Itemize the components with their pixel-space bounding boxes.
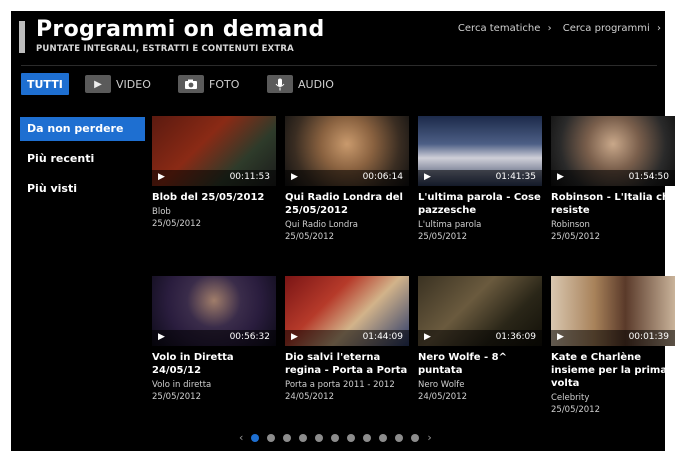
video-thumbnail[interactable]: ▶ 00:56:32 (152, 276, 276, 346)
video-thumbnail[interactable]: ▶ 01:41:35 (418, 116, 542, 186)
page-subtitle: PUNTATE INTEGRALI, ESTRATTI E CONTENUTI … (36, 44, 294, 54)
page-dot[interactable] (379, 433, 388, 442)
filter-audio[interactable]: AUDIO (267, 73, 334, 95)
page-dot[interactable] (283, 433, 292, 442)
video-thumbnail[interactable]: ▶ 01:44:09 (285, 276, 409, 346)
program-name: Qui Radio Londra (285, 220, 359, 230)
title-accent (19, 21, 25, 53)
video-card[interactable]: ▶ 01:36:09 Nero Wolfe - 8^ puntata Nero … (418, 276, 544, 403)
program-name: L'ultima parola (418, 220, 482, 230)
sidebar-item-piu-visti[interactable]: Più visti (20, 177, 145, 201)
search-themes-link[interactable]: Cerca tematiche › (454, 23, 552, 34)
on-demand-panel: Programmi on demand PUNTATE INTEGRALI, E… (11, 11, 676, 451)
video-duration: 00:01:39 (628, 332, 669, 342)
video-date: 24/05/2012 (285, 392, 334, 402)
sidebar-item-da-non-perdere[interactable]: Da non perdere (20, 117, 145, 141)
video-duration: 01:36:09 (495, 332, 536, 342)
video-card[interactable]: ▶ 00:06:14 Qui Radio Londra del 25/05/20… (285, 116, 411, 243)
chevron-left-icon[interactable]: ‹ (239, 431, 243, 444)
header-links: Cerca tematiche › Cerca programmi › (450, 23, 661, 34)
page-dot[interactable] (251, 433, 260, 442)
program-name: Volo in diretta (152, 380, 212, 390)
page-dot[interactable] (267, 433, 276, 442)
program-name: Celebrity (551, 393, 590, 403)
sidebar-item-piu-recenti[interactable]: Più recenti (20, 147, 145, 171)
play-icon: ▶ (557, 332, 564, 342)
video-date: 25/05/2012 (152, 219, 201, 229)
filter-photo[interactable]: FOTO (178, 73, 239, 95)
filter-audio-label: AUDIO (298, 77, 334, 91)
play-icon: ▶ (424, 172, 431, 182)
page-dot[interactable] (363, 433, 372, 442)
filter-video-label: VIDEO (116, 77, 151, 91)
play-icon: ▶ (158, 332, 165, 342)
video-thumbnail[interactable]: ▶ 01:54:50 (551, 116, 675, 186)
video-duration: 01:41:35 (495, 172, 536, 182)
page-dot[interactable] (331, 433, 340, 442)
video-thumbnail[interactable]: ▶ 00:01:39 (551, 276, 675, 346)
video-card[interactable]: ▶ 01:54:50 Robinson - L'Italia che resis… (551, 116, 676, 243)
play-icon: ▶ (158, 172, 165, 182)
chevron-right-icon: › (657, 23, 661, 34)
sidebar: Da non perdere Più recenti Più visti (20, 117, 145, 207)
video-duration: 00:06:14 (362, 172, 403, 182)
search-programs-link[interactable]: Cerca programmi › (559, 23, 661, 34)
video-title[interactable]: Qui Radio Londra del 25/05/2012 (285, 191, 411, 217)
program-name: Nero Wolfe (418, 380, 465, 390)
microphone-icon (267, 75, 293, 93)
video-title[interactable]: Blob del 25/05/2012 (152, 191, 278, 204)
video-duration: 00:11:53 (229, 172, 270, 182)
video-card[interactable]: ▶ 00:56:32 Volo in Diretta 24/05/12 Volo… (152, 276, 278, 403)
filter-all-label: TUTTI (27, 77, 63, 91)
video-title[interactable]: Nero Wolfe - 8^ puntata (418, 351, 544, 377)
video-duration: 01:54:50 (628, 172, 669, 182)
page-dot[interactable] (411, 433, 420, 442)
pagination: ‹ › (239, 431, 432, 444)
video-title[interactable]: Kate e Charlène insieme per la prima vol… (551, 351, 676, 390)
play-icon: ▶ (291, 332, 298, 342)
page-dot[interactable] (347, 433, 356, 442)
video-title[interactable]: Robinson - L'Italia che resiste (551, 191, 676, 217)
video-title[interactable]: L'ultima parola - Cose pazzesche (418, 191, 544, 217)
camera-icon (178, 75, 204, 93)
play-icon: ▶ (85, 75, 111, 93)
video-card[interactable]: ▶ 01:44:09 Dio salvi l'eterna regina - P… (285, 276, 411, 403)
video-duration: 00:56:32 (229, 332, 270, 342)
search-programs-label: Cerca programmi (562, 23, 650, 34)
video-date: 24/05/2012 (418, 392, 467, 402)
page-dot[interactable] (315, 433, 324, 442)
header: Programmi on demand PUNTATE INTEGRALI, E… (11, 11, 665, 61)
filter-video[interactable]: ▶ VIDEO (85, 73, 151, 95)
page-dot[interactable] (299, 433, 308, 442)
video-date: 25/05/2012 (551, 405, 600, 415)
page-title: Programmi on demand (36, 17, 325, 42)
video-title[interactable]: Dio salvi l'eterna regina - Porta a Port… (285, 351, 411, 377)
video-card[interactable]: ▶ 00:11:53 Blob del 25/05/2012 Blob 25/0… (152, 116, 278, 230)
video-date: 25/05/2012 (285, 232, 334, 242)
video-date: 25/05/2012 (551, 232, 600, 242)
video-duration: 01:44:09 (362, 332, 403, 342)
chevron-right-icon: › (547, 23, 552, 34)
filter-photo-label: FOTO (209, 77, 240, 91)
program-name: Blob (152, 207, 171, 217)
video-card[interactable]: ▶ 00:01:39 Kate e Charlène insieme per l… (551, 276, 676, 416)
video-date: 25/05/2012 (418, 232, 467, 242)
video-thumbnail[interactable]: ▶ 00:11:53 (152, 116, 276, 186)
program-name: Porta a porta 2011 - 2012 (285, 380, 395, 390)
play-icon: ▶ (424, 332, 431, 342)
divider (21, 65, 657, 66)
video-thumbnail[interactable]: ▶ 00:06:14 (285, 116, 409, 186)
program-name: Robinson (551, 220, 590, 230)
search-themes-label: Cerca tematiche (457, 23, 541, 34)
play-icon: ▶ (291, 172, 298, 182)
video-thumbnail[interactable]: ▶ 01:36:09 (418, 276, 542, 346)
page-dot[interactable] (395, 433, 404, 442)
play-icon: ▶ (557, 172, 564, 182)
video-card[interactable]: ▶ 01:41:35 L'ultima parola - Cose pazzes… (418, 116, 544, 243)
filter-all[interactable]: TUTTI (21, 73, 69, 95)
video-title[interactable]: Volo in Diretta 24/05/12 (152, 351, 278, 377)
video-date: 25/05/2012 (152, 392, 201, 402)
chevron-right-icon[interactable]: › (427, 431, 431, 444)
